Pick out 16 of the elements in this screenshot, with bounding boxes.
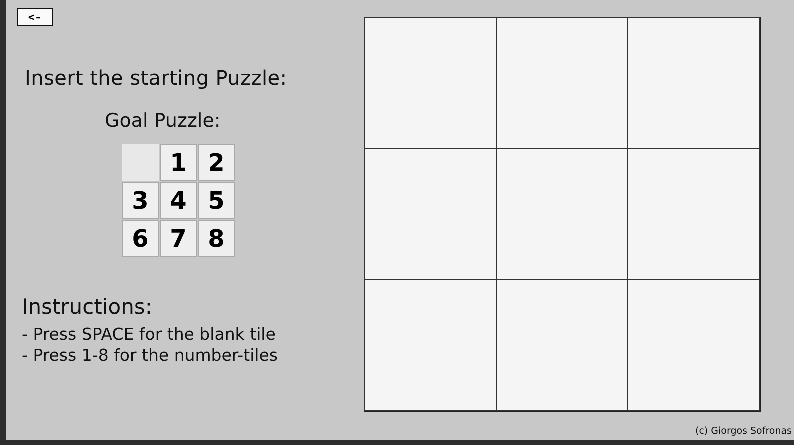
number-tile: 7	[160, 220, 197, 257]
instruction-line: - Press SPACE for the blank tile	[22, 325, 277, 344]
back-button[interactable]: <-	[17, 8, 53, 26]
number-tile: 1	[160, 144, 197, 181]
copyright: (c) Giorgos Sofronas	[695, 426, 792, 437]
instruction-line: - Press 1-8 for the number-tiles	[22, 346, 279, 365]
blank-tile	[122, 144, 159, 181]
number-tile: 4	[160, 182, 197, 219]
number-tile: 3	[122, 182, 159, 219]
goal-title: Goal Puzzle:	[105, 110, 222, 132]
number-tile: 5	[198, 182, 235, 219]
heading: Insert the starting Puzzle:	[25, 66, 288, 90]
number-tile: 8	[198, 220, 235, 257]
number-tile: 6	[122, 220, 159, 257]
number-tile: 2	[198, 144, 235, 181]
instructions-title: Instructions:	[22, 295, 154, 319]
